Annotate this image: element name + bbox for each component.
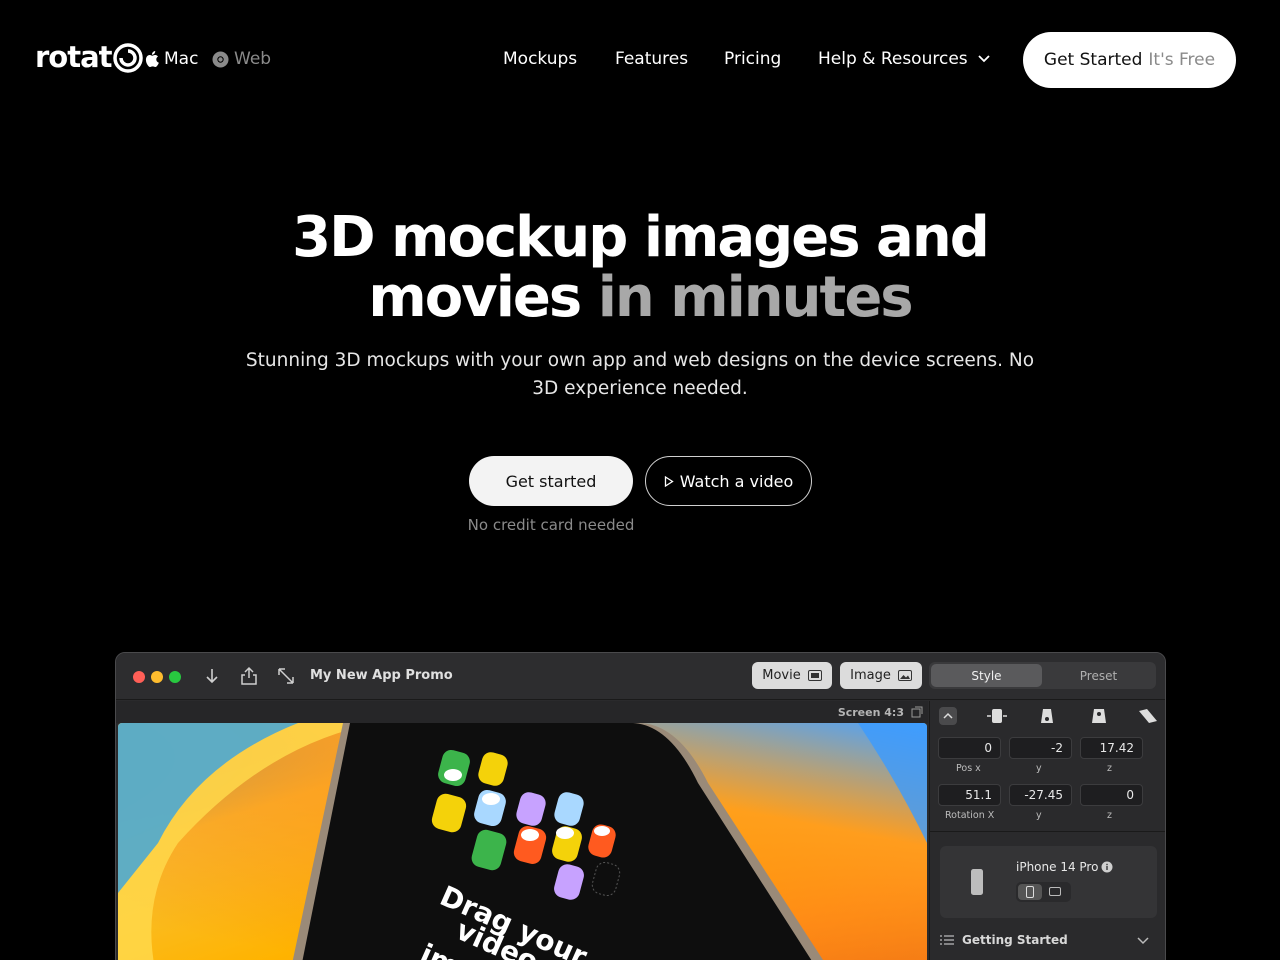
download-icon[interactable]	[204, 666, 220, 686]
pos-x-label: Pos x	[956, 763, 981, 774]
portrait-option[interactable]	[1018, 884, 1042, 900]
crop-icon[interactable]	[911, 706, 923, 718]
pos-z-label: z	[1107, 763, 1112, 774]
film-icon	[807, 670, 822, 681]
platform-web[interactable]: Web	[212, 49, 271, 69]
hero-subtitle: Stunning 3D mockups with your own app an…	[245, 350, 1035, 399]
device-flat-icon[interactable]	[985, 707, 1009, 725]
pos-z-field[interactable]: 17.42	[1080, 737, 1143, 759]
watch-video-button[interactable]: Watch a video	[645, 456, 812, 506]
nav-mockups[interactable]: Mockups	[503, 49, 577, 69]
getting-started-label: Getting Started	[962, 933, 1068, 947]
nav-pricing[interactable]: Pricing	[724, 49, 781, 69]
top-nav: rotat Mac Web Mockups Features Pricing H…	[0, 0, 1280, 120]
logo-text: rotat	[35, 40, 113, 74]
pos-y-field[interactable]: -2	[1009, 737, 1072, 759]
pos-x-field[interactable]: 0	[938, 737, 1001, 759]
no-credit-card-note: No credit card needed	[467, 516, 635, 534]
device-tilt-icon[interactable]	[1037, 707, 1057, 725]
zoom-window-button[interactable]	[169, 671, 181, 683]
mockup-preview-image: Drag your video im	[118, 723, 927, 960]
device-angle-icon[interactable]	[1089, 707, 1109, 725]
movie-label: Movie	[762, 668, 801, 683]
list-icon	[940, 935, 954, 945]
landscape-icon[interactable]	[1049, 887, 1061, 896]
expand-icon[interactable]	[276, 666, 296, 686]
rotation-y-field[interactable]: -27.45	[1009, 784, 1072, 806]
cta-secondary-label: It's Free	[1148, 50, 1216, 70]
window-title: My New App Promo	[310, 668, 453, 683]
iphone-icon	[971, 869, 983, 895]
getting-started-section[interactable]: Getting Started	[940, 933, 1068, 947]
collapse-button[interactable]	[939, 707, 957, 725]
tab-preset[interactable]: Preset	[1043, 664, 1154, 687]
chevron-down-icon[interactable]	[1137, 937, 1149, 945]
pos-y-label: y	[1036, 763, 1042, 774]
image-label: Image	[850, 668, 891, 683]
rotation-x-label: Rotation X	[945, 810, 995, 821]
inspector-tabs: Style Preset	[929, 662, 1156, 689]
window-titlebar: My New App Promo Movie Image Style Prese…	[116, 653, 1165, 700]
platform-mac-label: Mac	[164, 49, 199, 69]
device-name: iPhone 14 Pro	[1016, 860, 1099, 874]
rotation-z-field[interactable]: 0	[1080, 784, 1143, 806]
portrait-icon	[1026, 886, 1034, 898]
mockup-canvas[interactable]: Drag your video im	[118, 723, 927, 960]
platform-mac[interactable]: Mac	[145, 49, 198, 69]
app-window-preview: My New App Promo Movie Image Style Prese…	[115, 652, 1166, 960]
info-icon[interactable]	[1101, 861, 1113, 873]
device-card[interactable]: iPhone 14 Pro	[940, 846, 1157, 918]
movie-mode-button[interactable]: Movie	[752, 662, 832, 689]
hero-title-line1: 3D mockup images and	[292, 205, 990, 270]
rotation-y-label: y	[1036, 810, 1042, 821]
chevron-down-icon	[978, 55, 990, 63]
watch-video-label: Watch a video	[679, 471, 794, 491]
close-window-button[interactable]	[133, 671, 145, 683]
screen-label: Screen	[837, 706, 881, 719]
rotato-logo[interactable]: rotat	[35, 42, 143, 73]
photo-icon	[897, 670, 912, 681]
hero-title-movies: movies	[368, 265, 582, 330]
nav-help-label: Help & Resources	[818, 49, 968, 69]
apple-icon	[145, 51, 159, 67]
rotation-x-field[interactable]: 51.1	[938, 784, 1001, 806]
minimize-window-button[interactable]	[151, 671, 163, 683]
hero-title-line2: movies in minutes	[0, 268, 1280, 328]
get-started-button[interactable]: Get started	[469, 456, 633, 506]
chrome-icon	[212, 51, 229, 67]
nav-help-resources[interactable]: Help & Resources	[818, 49, 990, 69]
image-mode-button[interactable]: Image	[840, 662, 922, 689]
get-started-cta-button[interactable]: Get Started It's Free	[1023, 32, 1236, 88]
logo-o-mark	[112, 43, 143, 73]
platform-web-label: Web	[234, 49, 272, 69]
play-icon	[664, 475, 674, 487]
screen-aspect-label[interactable]: Screen 4:3	[838, 706, 904, 719]
inspector-panel: 0 -2 17.42 Pos x y z 51.1 -27.45 0 Rotat…	[929, 701, 1165, 960]
divider	[930, 831, 1165, 832]
device-perspective-icon[interactable]	[1137, 707, 1159, 725]
share-icon[interactable]	[240, 666, 258, 686]
tab-style[interactable]: Style	[931, 664, 1042, 687]
cta-primary-label: Get Started	[1043, 50, 1143, 70]
aspect-ratio-label: 4:3	[884, 706, 904, 719]
canvas-toolbar: Screen 4:3	[116, 701, 928, 723]
chevron-up-icon	[943, 712, 953, 719]
rotation-z-label: z	[1107, 810, 1112, 821]
nav-features[interactable]: Features	[615, 49, 688, 69]
orientation-toggle[interactable]	[1016, 882, 1071, 902]
hero-title-in-minutes: in minutes	[597, 265, 914, 330]
